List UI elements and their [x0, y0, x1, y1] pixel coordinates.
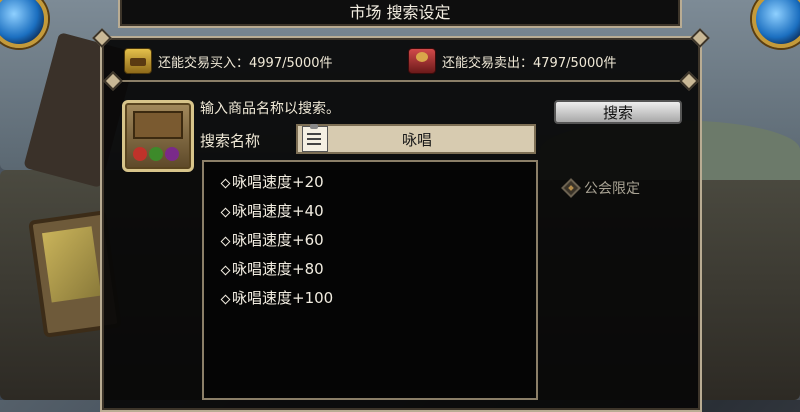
- sell-quota: 还能交易卖出：4797/5000件: [408, 48, 617, 74]
- guild-only-toggle[interactable]: 公会限定: [561, 178, 640, 198]
- result-item[interactable]: 咏唱速度+80: [204, 255, 536, 284]
- clipboard-icon: [302, 124, 328, 152]
- diamond-bullet-icon: [220, 178, 231, 189]
- diamond-bullet-icon: [220, 294, 231, 305]
- divider: [112, 80, 690, 82]
- diamond-bullet-icon: [220, 265, 231, 276]
- result-label: 咏唱速度+100: [232, 289, 334, 307]
- buy-quota-text: 还能交易买入：4997/5000件: [158, 55, 333, 71]
- result-label: 咏唱速度+60: [232, 231, 324, 249]
- result-label: 咏唱速度+40: [232, 202, 324, 220]
- red-bag-icon: [408, 48, 436, 74]
- divider-ornament-icon: [103, 71, 123, 91]
- search-results-list[interactable]: 咏唱速度+20 咏唱速度+40 咏唱速度+60 咏唱速度+80 咏唱速度+100: [202, 160, 538, 400]
- result-item[interactable]: 咏唱速度+20: [204, 168, 536, 197]
- sell-quota-text: 还能交易卖出：4797/5000件: [442, 55, 617, 71]
- window-title-bar: 市场 搜索设定: [118, 0, 682, 28]
- diamond-bullet-icon: [220, 236, 231, 247]
- guild-diamond-icon: [561, 178, 581, 198]
- diamond-bullet-icon: [220, 207, 231, 218]
- gold-bag-icon: [124, 48, 152, 74]
- buy-quota: 还能交易买入：4997/5000件: [124, 48, 333, 74]
- search-hint: 输入商品名称以搜索。: [200, 101, 340, 117]
- result-label: 咏唱速度+80: [232, 260, 324, 278]
- guild-only-label: 公会限定: [584, 181, 640, 197]
- result-item[interactable]: 咏唱速度+40: [204, 197, 536, 226]
- window-title: 市场 搜索设定: [349, 3, 451, 22]
- search-input[interactable]: 咏唱: [296, 124, 536, 154]
- market-stall-icon: [122, 100, 194, 172]
- result-item[interactable]: 咏唱速度+100: [204, 284, 536, 313]
- search-name-label: 搜索名称: [200, 132, 261, 150]
- search-button[interactable]: 搜索: [554, 100, 682, 124]
- result-label: 咏唱速度+20: [232, 173, 324, 191]
- market-search-panel: 还能交易买入：4997/5000件 还能交易卖出：4797/5000件 输入商品…: [92, 28, 710, 412]
- result-item[interactable]: 咏唱速度+60: [204, 226, 536, 255]
- search-input-value: 咏唱: [401, 130, 432, 149]
- divider-ornament-icon: [679, 71, 699, 91]
